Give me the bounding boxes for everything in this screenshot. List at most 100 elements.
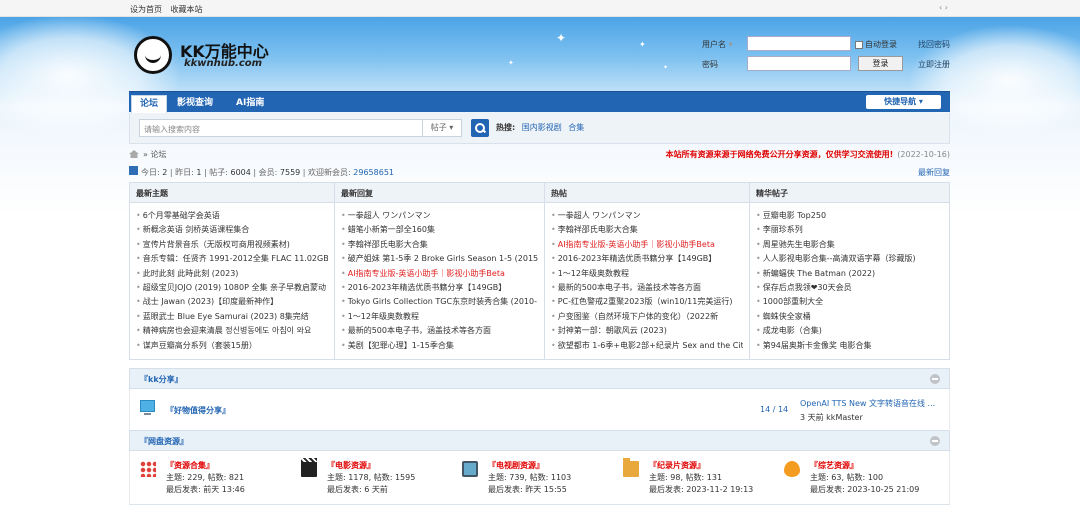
- topic-link[interactable]: 李丽珍系列: [756, 223, 943, 237]
- last-post-title[interactable]: OpenAI TTS New 文字转语音在线 ...: [800, 398, 935, 409]
- search-icon[interactable]: [471, 119, 489, 137]
- topic-link[interactable]: 美剧【犯罪心理】1-15季合集: [341, 339, 538, 353]
- topic-link[interactable]: 1～12年级奥数教程: [551, 267, 743, 281]
- username-input[interactable]: [747, 36, 851, 51]
- topic-link[interactable]: 一拳超人 ワンパンマン: [341, 209, 538, 223]
- hot-search-item[interactable]: 合集: [568, 123, 584, 132]
- site-logo[interactable]: KK万能中心 kkwnhub.com: [134, 36, 284, 76]
- last-post-meta: 3 天前 kkMaster: [800, 413, 863, 422]
- forum-name[interactable]: 『好物值得分享』: [166, 405, 230, 416]
- topic-link[interactable]: 6个月零基础学会英语: [136, 209, 328, 223]
- topic-link[interactable]: 新概念英语 剑桥英语课程集合: [136, 223, 328, 237]
- forum-name[interactable]: 『纪录片资源』: [649, 460, 705, 471]
- login-button[interactable]: 登录: [858, 56, 903, 71]
- breadcrumb-forum[interactable]: 论坛: [150, 150, 166, 159]
- divider: [129, 504, 950, 505]
- forum-name[interactable]: 『综艺资源』: [810, 460, 858, 471]
- forum-row-kk-share: 『好物值得分享』 14 / 14 OpenAI TTS New 文字转语音在线 …: [129, 389, 950, 429]
- forum-counts: 主题: 739, 帖数: 1103: [488, 473, 572, 482]
- forum-cell: 『资源合集』 主题: 229, 帖数: 821 最后发表: 前天 13:46: [140, 459, 300, 499]
- new-member-link[interactable]: 29658651: [353, 168, 394, 177]
- topic-link[interactable]: 2016-2023年精选优质书籍分享【149GB】: [341, 281, 538, 295]
- forum-counts: 主题: 98, 帖数: 131: [649, 473, 723, 482]
- topic-link[interactable]: 破产姐妹 第1-5季 2 Broke Girls Season 1-5 (201…: [341, 252, 538, 266]
- topic-link[interactable]: 李翰祥邵氏电影大合集: [551, 223, 743, 237]
- topic-link[interactable]: 蜡笔小新第一部全160集: [341, 223, 538, 237]
- topic-link[interactable]: 成龙电影（合集): [756, 324, 943, 338]
- main-nav: 论坛 影视查询 AI指南 快捷导航 ▾: [129, 91, 950, 113]
- topic-link[interactable]: PC-红色警戒2重聚2023版（win10/11完美运行): [551, 295, 743, 309]
- topic-link[interactable]: 豆瓣电影 Top250: [756, 209, 943, 223]
- register-link[interactable]: 立即注册: [918, 59, 950, 70]
- topic-link[interactable]: 精神病房也会迎来清晨 정신병동에도 아침이 와요: [136, 324, 328, 338]
- topic-link[interactable]: 保存后点我领❤30天会员: [756, 281, 943, 295]
- login-form: 用户名 ▾ 自动登录 找回密码 密码 登录 立即注册: [700, 36, 960, 76]
- topic-link[interactable]: 蜘蛛侠全家桶: [756, 310, 943, 324]
- hot-search: 热搜: 国内影视剧 合集: [496, 123, 585, 132]
- topic-link[interactable]: 蓝眼武士 Blue Eye Samurai (2023) 8集完结: [136, 310, 328, 324]
- topic-link[interactable]: 封神第一部：朝歌风云 (2023): [551, 324, 743, 338]
- forum-last-post: 最后发表: 2023-10-25 21:09: [810, 485, 920, 494]
- bookmark-link[interactable]: 收藏本站: [171, 5, 203, 14]
- topic-link[interactable]: 1000部重制大全: [756, 295, 943, 309]
- topic-columns: 最新主题 6个月零基础学会英语新概念英语 剑桥英语课程集合宣传片背景音乐（无版权…: [129, 182, 950, 360]
- section-header-netdisk: 『网盘资源』: [129, 430, 950, 451]
- topic-link[interactable]: 宣传片背景音乐（无版权可商用视频素材): [136, 238, 328, 252]
- forum-name[interactable]: 『资源合集』: [166, 460, 214, 471]
- search-type-select[interactable]: 帖子 ▾: [422, 119, 462, 137]
- forum-last-post: 最后发表: 2023-11-2 19:13: [649, 485, 754, 494]
- topic-link[interactable]: 户变图鉴（自然环境下户体的变化）（2022新: [551, 310, 743, 324]
- find-password-link[interactable]: 找回密码: [918, 39, 950, 50]
- topic-link[interactable]: 谋声豆瓣高分系列（套装15册）: [136, 339, 328, 353]
- forum-name[interactable]: 『电影资源』: [327, 460, 375, 471]
- topic-link[interactable]: 新蝙蝠侠 The Batman (2022): [756, 267, 943, 281]
- topic-link[interactable]: 最新的500本电子书，涵盖技术等各方面: [551, 281, 743, 295]
- forum-row-netdisk: 『资源合集』 主题: 229, 帖数: 821 最后发表: 前天 13:46 『电影资…: [129, 451, 950, 504]
- auto-login-checkbox[interactable]: 自动登录: [855, 39, 897, 50]
- section-title[interactable]: 『网盘资源』: [140, 436, 188, 447]
- section-title[interactable]: 『kk分享』: [140, 374, 183, 385]
- set-homepage-link[interactable]: 设为首页: [130, 5, 162, 14]
- topic-link[interactable]: 音乐专辑：任贤齐 1991-2012全集 FLAC 11.02GB: [136, 252, 328, 266]
- hot-search-item[interactable]: 国内影视剧: [522, 123, 562, 132]
- star-icon: ✦: [639, 40, 646, 49]
- topic-link[interactable]: 战士 Jawan (2023)【印度最新神作】: [136, 295, 328, 309]
- quick-nav-button[interactable]: 快捷导航 ▾: [866, 95, 941, 109]
- topic-link[interactable]: 周星驰先生电影合集: [756, 238, 943, 252]
- topic-link[interactable]: 最新的500本电子书，涵盖技术等各方面: [341, 324, 538, 338]
- topic-link[interactable]: 欲望都市 1-6季+电影2部+纪录片 Sex and the City: [551, 339, 743, 353]
- forum-name[interactable]: 『电视剧资源』: [488, 460, 544, 471]
- topic-link[interactable]: 一拳超人 ワンパンマン: [551, 209, 743, 223]
- username-label: 用户名 ▾: [702, 40, 733, 49]
- topic-link[interactable]: 2016-2023年精选优质书籍分享【149GB】: [551, 252, 743, 266]
- topic-link[interactable]: 超级宝贝JOJO (2019) 1080P 全集 亲子早教启蒙动: [136, 281, 328, 295]
- topic-link[interactable]: Tokyo Girls Collection TGC东京时装秀合集 (2010-: [341, 295, 538, 309]
- column-latest-replies: 最新回复 一拳超人 ワンパンマン蜡笔小新第一部全160集李翰祥邵氏电影大合集破产…: [335, 183, 545, 359]
- forum-counts: 主题: 229, 帖数: 821: [166, 473, 245, 482]
- topic-link[interactable]: 第94届奥斯卡金像奖 电影合集: [756, 339, 943, 353]
- topic-link[interactable]: AI指南专业版-英语小助手｜影视小助手Beta: [341, 267, 538, 281]
- latest-reply-link[interactable]: 最新回复: [918, 167, 950, 178]
- tab-movie-search[interactable]: 影视查询: [169, 95, 221, 113]
- topic-link[interactable]: 人人影视电影合集--高清双语字幕（珍藏版): [756, 252, 943, 266]
- star-icon: ✦: [556, 31, 567, 45]
- password-label: 密码: [702, 60, 718, 69]
- flame-icon: [784, 461, 800, 477]
- forum-counts: 主题: 1178, 帖数: 1595: [327, 473, 416, 482]
- topbar-arrows[interactable]: ‹ ›: [939, 3, 948, 12]
- password-input[interactable]: [747, 56, 851, 71]
- tab-forum[interactable]: 论坛: [131, 95, 168, 113]
- collapse-icon[interactable]: [930, 436, 940, 446]
- tab-ai-guide[interactable]: AI指南: [228, 95, 272, 113]
- site-url: kkwnhub.com: [184, 58, 263, 69]
- topic-link[interactable]: AI指南专业版-英语小助手｜影视小助手Beta: [551, 238, 743, 252]
- collapse-icon[interactable]: [930, 374, 940, 384]
- topic-link[interactable]: 1～12年级奥数教程: [341, 310, 538, 324]
- topic-link[interactable]: 此时此刻 此時此刻 (2023): [136, 267, 328, 281]
- topic-link[interactable]: 李翰祥邵氏电影大合集: [341, 238, 538, 252]
- search-input[interactable]: 请输入搜索内容: [139, 119, 423, 137]
- monitor-icon: [140, 400, 155, 415]
- section-header-kk-share: 『kk分享』: [129, 368, 950, 389]
- site-notice: 本站所有资源来源于网络免费公开分享资源，仅供学习交流使用! (2022-10-16…: [665, 150, 950, 159]
- search-bar: 请输入搜索内容 帖子 ▾ 热搜: 国内影视剧 合集: [129, 113, 950, 144]
